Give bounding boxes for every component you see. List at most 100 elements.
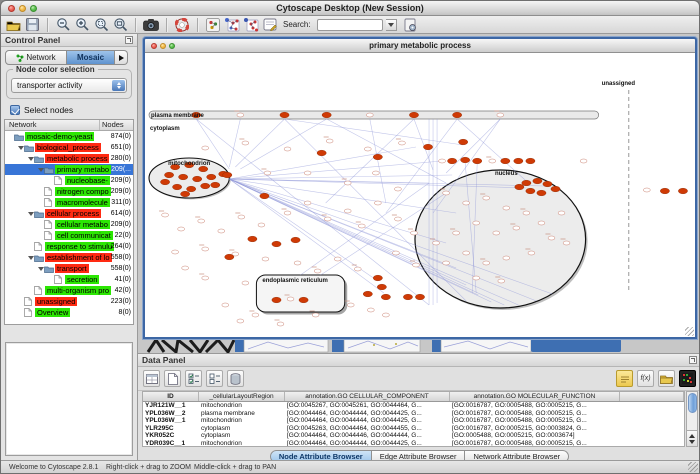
network-window-titlebar[interactable]: primary metabolic process	[145, 39, 695, 53]
plasma-membrane-region[interactable]	[149, 111, 599, 119]
node-selected-orange[interactable]	[291, 237, 300, 243]
tree-column-network[interactable]: Network	[5, 120, 100, 130]
node-selected-orange[interactable]	[225, 254, 234, 260]
node[interactable]	[242, 281, 249, 285]
node-selected-orange[interactable]	[526, 188, 535, 194]
search-input[interactable]	[317, 19, 383, 31]
node-selected-orange[interactable]	[526, 158, 535, 164]
node[interactable]	[443, 191, 450, 195]
node[interactable]	[258, 223, 265, 227]
node[interactable]	[358, 224, 365, 228]
node[interactable]	[178, 227, 185, 231]
node[interactable]	[242, 141, 249, 145]
node-selected-orange[interactable]	[272, 297, 281, 303]
node-selected-orange[interactable]	[363, 291, 372, 297]
node-selected-orange[interactable]	[187, 186, 196, 192]
node[interactable]	[523, 211, 530, 215]
node[interactable]	[411, 231, 418, 235]
tree-row[interactable]: cellular metabo209(0)	[5, 219, 133, 230]
node-selected-orange[interactable]	[173, 184, 182, 190]
node[interactable]	[324, 217, 331, 221]
node[interactable]	[237, 113, 244, 117]
node[interactable]	[463, 201, 470, 205]
node-selected-orange[interactable]	[299, 297, 308, 303]
help-ring-icon[interactable]	[174, 17, 190, 33]
app-resize-grip[interactable]	[688, 462, 698, 472]
node[interactable]	[580, 159, 587, 163]
node[interactable]	[287, 297, 294, 301]
table-row[interactable]: YJR121W__1mitochondrion[GO:0045267, GO:0…	[143, 402, 684, 410]
node-selected-orange[interactable]	[459, 139, 468, 145]
tree-row[interactable]: cell communicat22(0)	[5, 230, 133, 241]
node[interactable]	[433, 241, 440, 245]
tree-row[interactable]: primary metabo209(...	[5, 164, 133, 175]
column-header-id[interactable]: ID	[143, 392, 199, 401]
node-selected-orange[interactable]	[373, 154, 382, 160]
expand-arrow-icon[interactable]	[17, 146, 24, 150]
snapshot-icon[interactable]	[143, 17, 159, 33]
tab-network[interactable]: Network	[5, 50, 67, 65]
node-selected-orange[interactable]	[322, 112, 331, 118]
node-selected-orange[interactable]	[260, 193, 269, 199]
table-row[interactable]: YKR052Ccytoplasm[GO:0044464, GO:0044446,…	[143, 432, 684, 440]
node-selected-orange[interactable]	[461, 157, 470, 163]
node[interactable]	[252, 313, 259, 317]
node-selected-orange[interactable]	[409, 112, 418, 118]
expand-arrow-icon[interactable]	[27, 212, 34, 216]
node-color-dropdown[interactable]: transporter activity	[11, 78, 127, 93]
node[interactable]	[643, 188, 650, 192]
expand-arrow-icon[interactable]	[37, 168, 44, 172]
scroll-down-icon[interactable]	[689, 440, 695, 444]
table-row[interactable]: YPL036W__2plasma membrane[GO:0044464, GO…	[143, 410, 684, 418]
tab-mosaic[interactable]: Mosaic	[67, 50, 115, 65]
save-icon[interactable]	[24, 17, 40, 33]
node[interactable]	[202, 247, 209, 251]
zoom-fit-icon[interactable]	[112, 17, 128, 33]
node-selected-orange[interactable]	[373, 275, 382, 281]
label-icon[interactable]	[616, 370, 633, 387]
node-selected-orange[interactable]	[551, 186, 560, 192]
node[interactable]	[503, 206, 510, 210]
node[interactable]	[563, 241, 570, 245]
search-dropdown-button[interactable]	[386, 19, 397, 31]
plugin-manager-icon[interactable]	[403, 17, 419, 33]
tree-row[interactable]: transport558(0)	[5, 263, 133, 274]
node-selected-orange[interactable]	[201, 183, 210, 189]
node[interactable]	[347, 303, 354, 307]
node[interactable]	[182, 266, 189, 270]
function-icon[interactable]: f(x)	[637, 370, 654, 387]
tree-row[interactable]: metabolic process280(0)	[5, 153, 133, 164]
node[interactable]	[443, 261, 450, 265]
node-selected-orange[interactable]	[381, 294, 390, 300]
scroll-up-icon[interactable]	[689, 434, 695, 438]
node[interactable]	[334, 257, 341, 261]
node[interactable]	[498, 279, 505, 283]
node[interactable]	[202, 276, 209, 280]
network-canvas[interactable]: plasma membranecytoplasmmitochondrionnuc…	[145, 53, 695, 337]
delete-attribute-icon[interactable]	[227, 370, 244, 387]
node[interactable]	[439, 159, 446, 163]
table-row[interactable]: YDR039C__1mitochondrion[GO:0044464, GO:0…	[143, 440, 684, 447]
node[interactable]	[238, 215, 245, 219]
node[interactable]	[218, 229, 225, 233]
birds-eye-view[interactable]	[5, 342, 133, 456]
zoom-out-icon[interactable]	[55, 17, 71, 33]
node[interactable]	[366, 113, 373, 117]
node[interactable]	[393, 251, 400, 255]
column-header-region[interactable]: _cellularLayoutRegion	[199, 392, 285, 401]
node-selected-orange[interactable]	[660, 188, 669, 194]
node[interactable]	[489, 159, 496, 163]
node[interactable]	[284, 211, 291, 215]
node[interactable]	[453, 231, 460, 235]
tree-row[interactable]: Overview8(0)	[5, 307, 133, 318]
node[interactable]	[344, 209, 351, 213]
table-row[interactable]: YPL036W__1mitochondrion[GO:0044464, GO:0…	[143, 417, 684, 425]
node[interactable]	[548, 236, 555, 240]
node-selected-orange[interactable]	[448, 158, 457, 164]
node[interactable]	[558, 211, 565, 215]
import-icon[interactable]	[658, 370, 675, 387]
node[interactable]	[284, 147, 291, 151]
tree-row[interactable]: nucleobase-209(0)	[5, 175, 133, 186]
node[interactable]	[367, 308, 374, 312]
edge[interactable]	[446, 119, 500, 173]
